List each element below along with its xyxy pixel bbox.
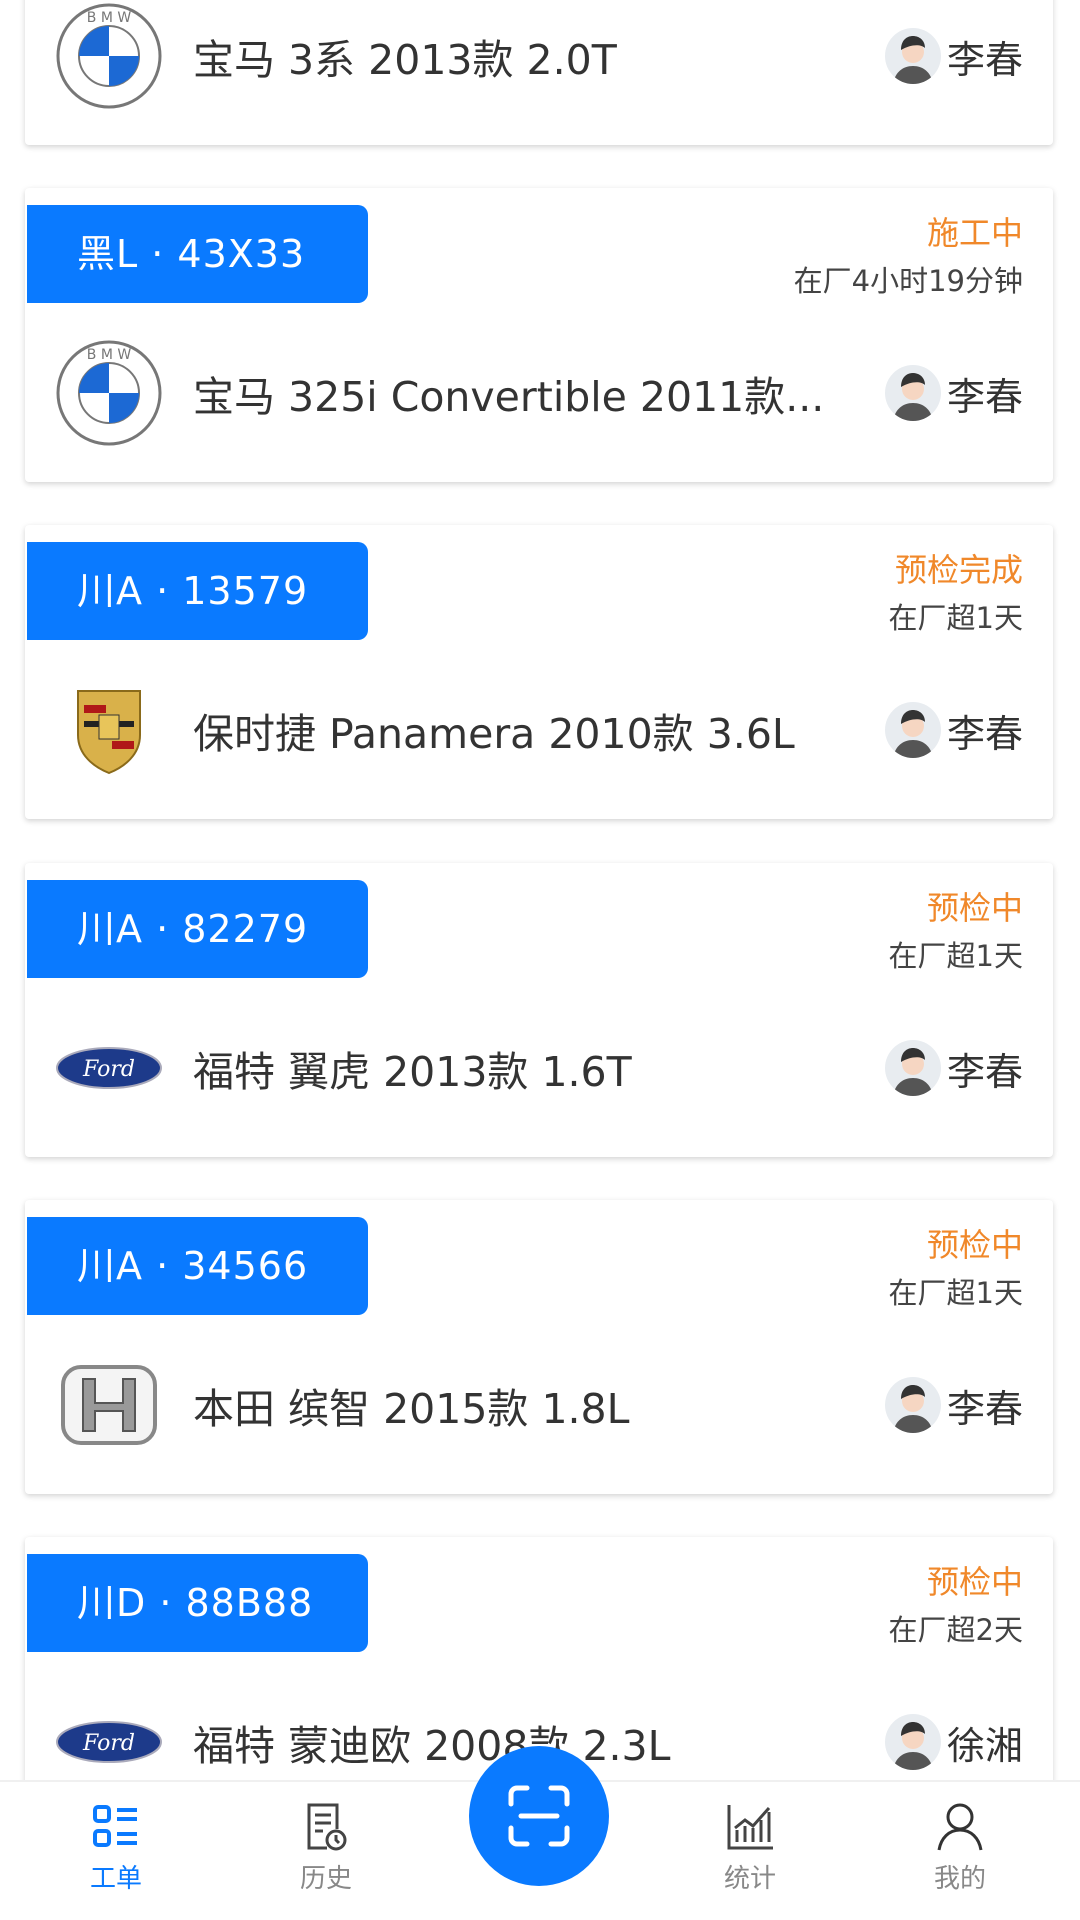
list-icon (93, 1805, 137, 1847)
nav-history[interactable]: 历史 (266, 1802, 386, 1895)
work-order-card[interactable]: 川A · 34566 预检中在厂超1天 本田 缤智 2015款 1.8L 李春 (25, 1200, 1053, 1494)
time-in-shop: 在厂超2天 (888, 1613, 1023, 1647)
license-plate: 川A · 13579 (27, 542, 368, 640)
license-plate: 川D · 88B88 (27, 1554, 368, 1652)
technician-avatar (884, 702, 941, 758)
technician-avatar (884, 1714, 941, 1770)
technician-name: 李春 (946, 37, 1023, 82)
bmw-logo-icon: B M W (55, 339, 163, 447)
chart-icon (727, 1805, 773, 1850)
technician-name: 李春 (946, 1049, 1023, 1094)
car-model: 福特 翼虎 2013款 1.6T (193, 1048, 632, 1096)
time-in-shop: 在厂超1天 (888, 939, 1023, 973)
nav-label: 我的 (933, 1864, 986, 1894)
porsche-logo-icon (55, 676, 163, 784)
nav-profile[interactable]: 我的 (900, 1802, 1020, 1895)
work-order-card[interactable]: 黑L · 43X33 施工中在厂4小时19分钟 B M W 宝马 325i Conv… (25, 188, 1053, 482)
technician-name: 李春 (946, 1386, 1023, 1431)
scan-icon (508, 1785, 570, 1847)
status-badge: 预检中 (926, 1226, 1023, 1264)
nav-label: 统计 (723, 1864, 776, 1894)
status-badge: 预检中 (926, 889, 1023, 927)
honda-logo-icon (55, 1351, 163, 1459)
license-plate: 黑L · 43X33 (27, 205, 368, 303)
car-model: 宝马 325i Convertible 2011款... (193, 373, 825, 421)
time-in-shop: 在厂超1天 (888, 1276, 1023, 1310)
svg-text:B M W: B M W (87, 10, 132, 26)
svg-text:B M W: B M W (87, 347, 132, 363)
svg-text:Ford: Ford (82, 1057, 135, 1082)
car-model: 宝马 3系 2013款 2.0T (193, 36, 617, 84)
user-icon (937, 1803, 983, 1851)
nav-label: 工单 (89, 1864, 142, 1894)
scan-button[interactable] (469, 1746, 609, 1886)
ford-logo-icon: Ford (55, 1014, 163, 1122)
car-model: 本田 缤智 2015款 1.8L (193, 1385, 630, 1433)
work-order-card[interactable]: B M W 宝马 3系 2013款 2.0T 李春 (25, 0, 1053, 145)
nav-label: 历史 (299, 1864, 352, 1894)
car-model: 保时捷 Panamera 2010款 3.6L (193, 710, 795, 758)
technician-name: 徐湘 (946, 1723, 1023, 1768)
work-order-card[interactable]: 川A · 13579 预检完成在厂超1天 保时捷 Panamera 2010款 3… (25, 525, 1053, 819)
technician-avatar (884, 28, 941, 84)
work-order-card[interactable]: 川A · 82279 预检中 在厂超1天 Ford 福特 翼虎 2013款 1.6T … (25, 863, 1053, 1157)
time-in-shop: 在厂4小时19分钟 (793, 264, 1023, 298)
nav-work-orders[interactable]: 工单 (56, 1802, 176, 1895)
nav-statistics[interactable]: 统计 (690, 1802, 810, 1895)
technician-avatar (884, 1377, 941, 1433)
svg-text:Ford: Ford (82, 1731, 135, 1756)
status-badge: 预检完成 (894, 551, 1023, 589)
status-badge: 预检中 (926, 1563, 1023, 1601)
history-icon (307, 1803, 347, 1851)
license-plate: 川A · 82279 (27, 880, 368, 978)
technician-avatar (884, 1040, 941, 1096)
status-badge: 施工中 (926, 214, 1023, 252)
time-in-shop: 在厂超1天 (888, 601, 1023, 635)
technician-avatar (884, 365, 941, 421)
technician-name: 李春 (946, 711, 1023, 756)
bmw-logo-icon: B M W (55, 2, 163, 110)
license-plate: 川A · 34566 (27, 1217, 368, 1315)
technician-name: 李春 (946, 374, 1023, 419)
